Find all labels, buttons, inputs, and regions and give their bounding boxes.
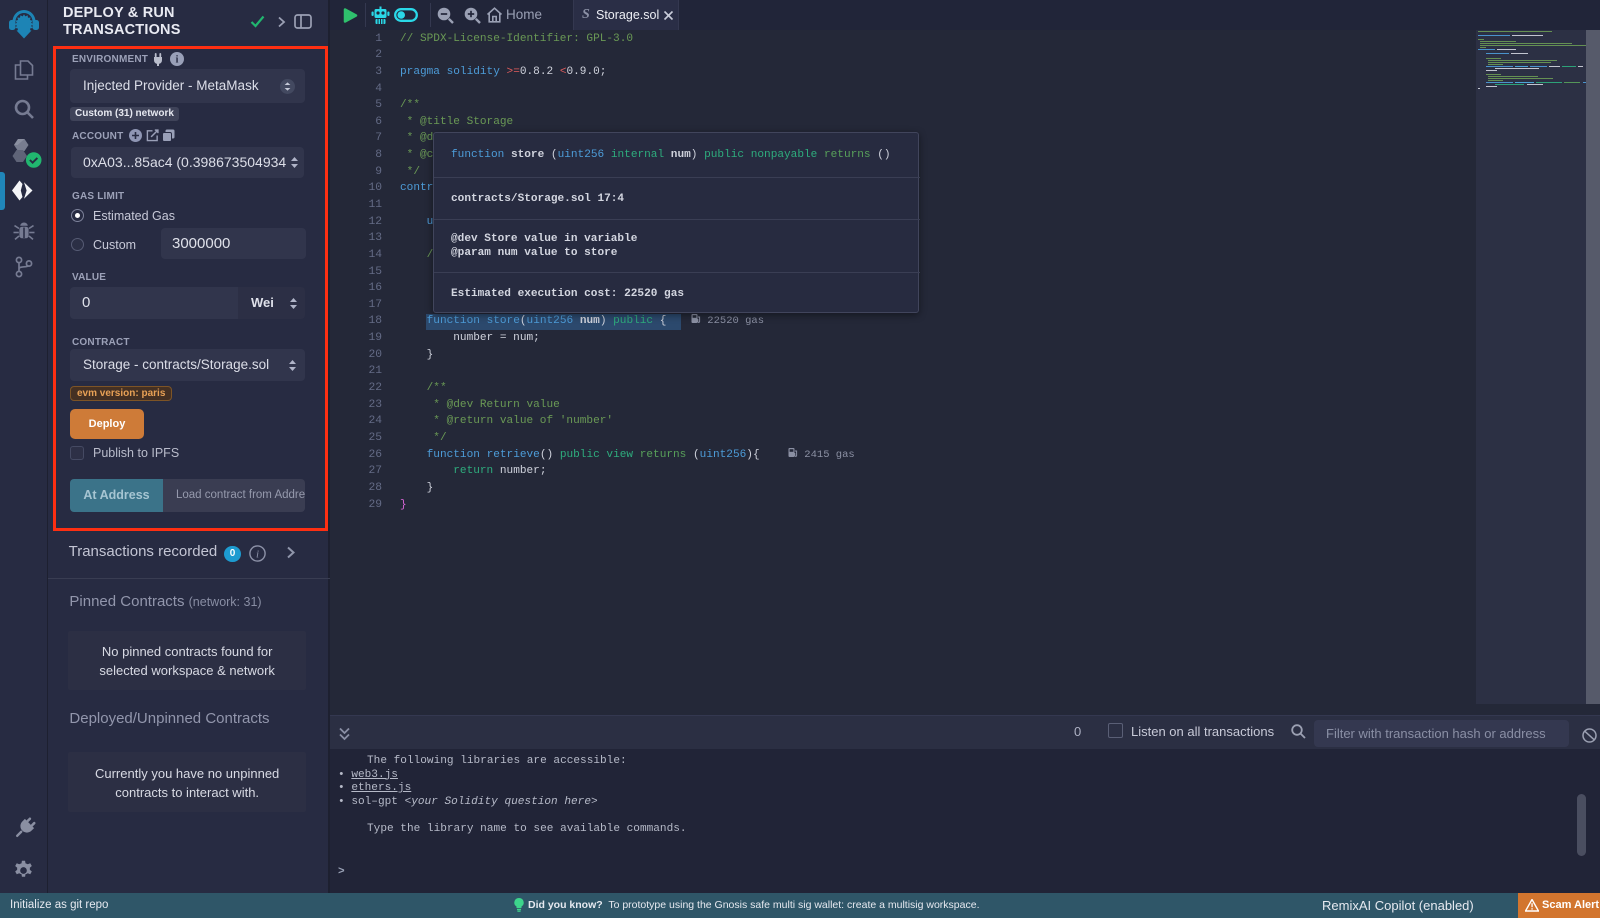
- svg-text:i: i: [256, 549, 259, 561]
- svg-text:i: i: [176, 55, 179, 66]
